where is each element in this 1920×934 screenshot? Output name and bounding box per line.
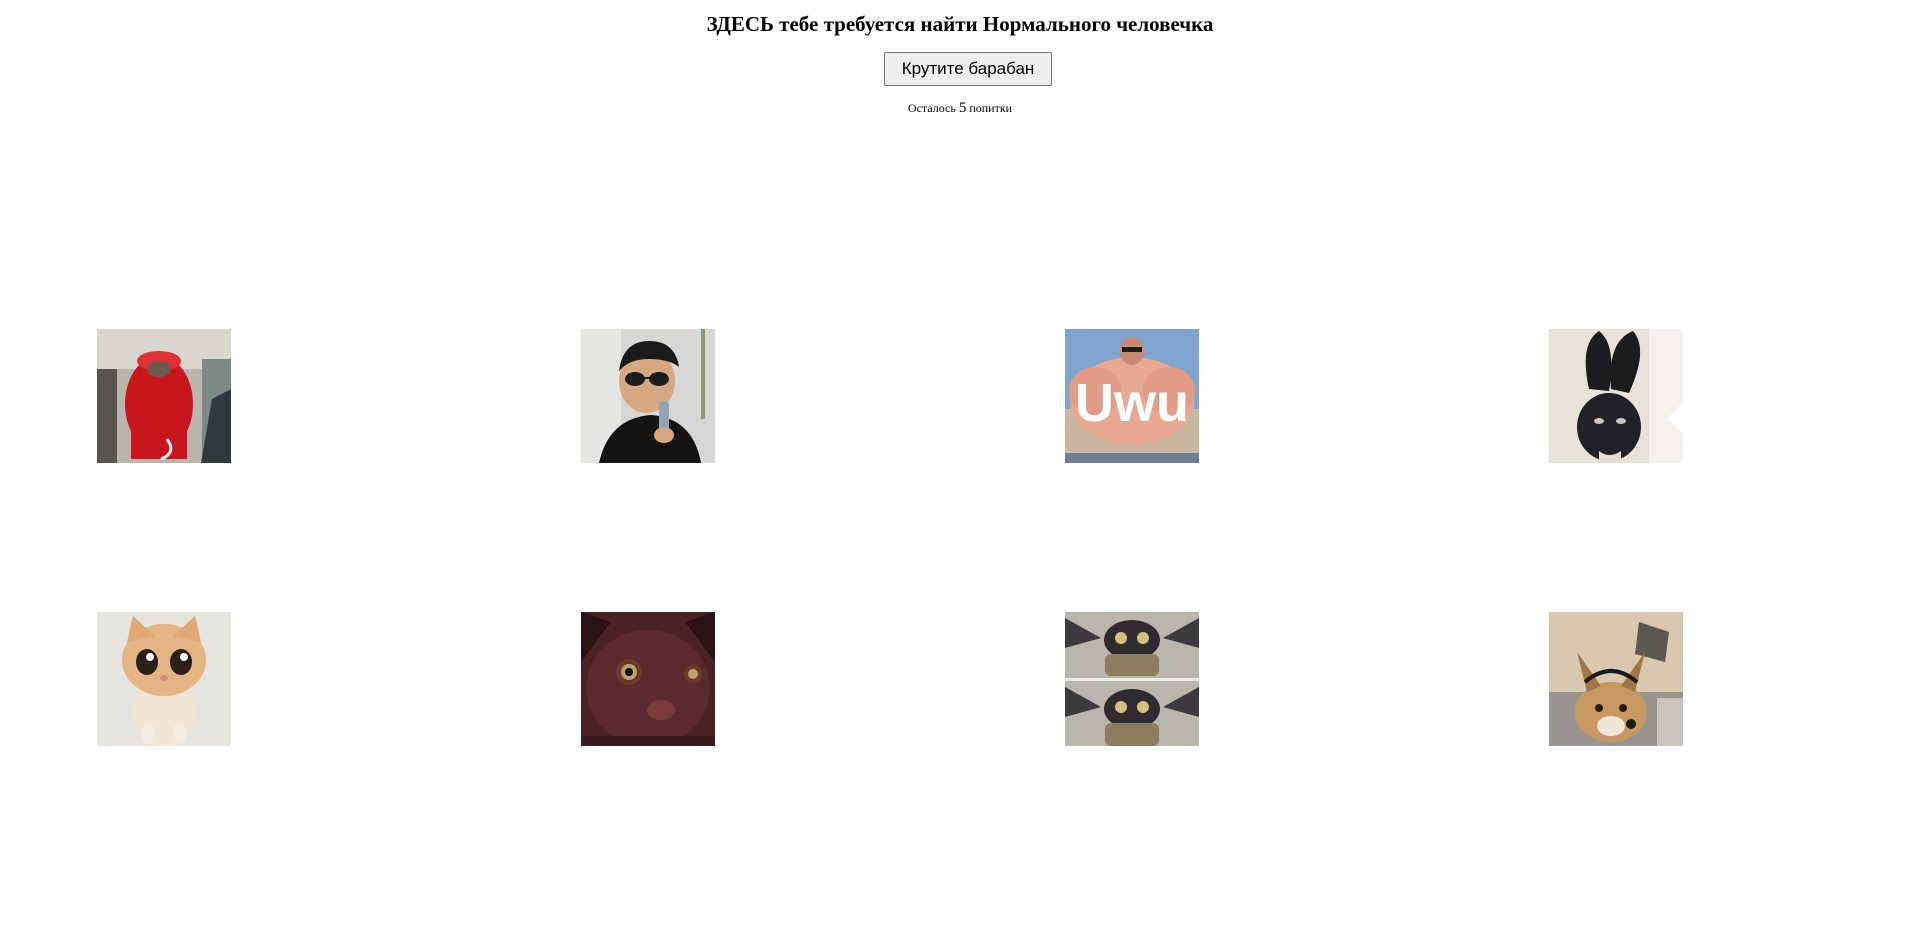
- red-crewmate-costume-image: [97, 329, 231, 463]
- tile-bunny-mask[interactable]: [1549, 329, 1683, 463]
- attempts-counter: Осталось 5 попитки: [0, 100, 1920, 116]
- tile-red-crewmate[interactable]: [97, 329, 231, 463]
- crying-kitten-image: [97, 612, 231, 746]
- boy-with-sunglasses-microphone-image: [581, 329, 715, 463]
- black-bunny-mask-image: [1549, 329, 1683, 463]
- attempts-count: 5: [958, 100, 967, 116]
- tile-crying-kitten[interactable]: [97, 612, 231, 746]
- attempts-suffix: попитки: [969, 101, 1013, 115]
- attempts-prefix: Осталось: [907, 101, 956, 115]
- tile-dark-cat[interactable]: [581, 612, 715, 746]
- tile-caracal-headset[interactable]: [1549, 612, 1683, 746]
- tile-yoda-cat[interactable]: [1065, 612, 1199, 746]
- cat-in-yoda-costume-image: [1065, 612, 1199, 746]
- tile-boy-sunglasses[interactable]: [581, 329, 715, 463]
- page: ЗДЕСЬ тебе требуется найти Нормального ч…: [0, 0, 1920, 934]
- spin-button[interactable]: Крутите барабан: [884, 52, 1052, 86]
- page-title: ЗДЕСЬ тебе требуется найти Нормального ч…: [706, 12, 1214, 36]
- caracal-with-headset-image: [1549, 612, 1683, 746]
- tile-muscular-uwu[interactable]: Uwu: [1065, 329, 1199, 463]
- uwu-caption: Uwu: [1075, 373, 1189, 433]
- muscular-man-uwu-image: Uwu: [1065, 329, 1199, 463]
- dark-cat-closeup-image: [581, 612, 715, 746]
